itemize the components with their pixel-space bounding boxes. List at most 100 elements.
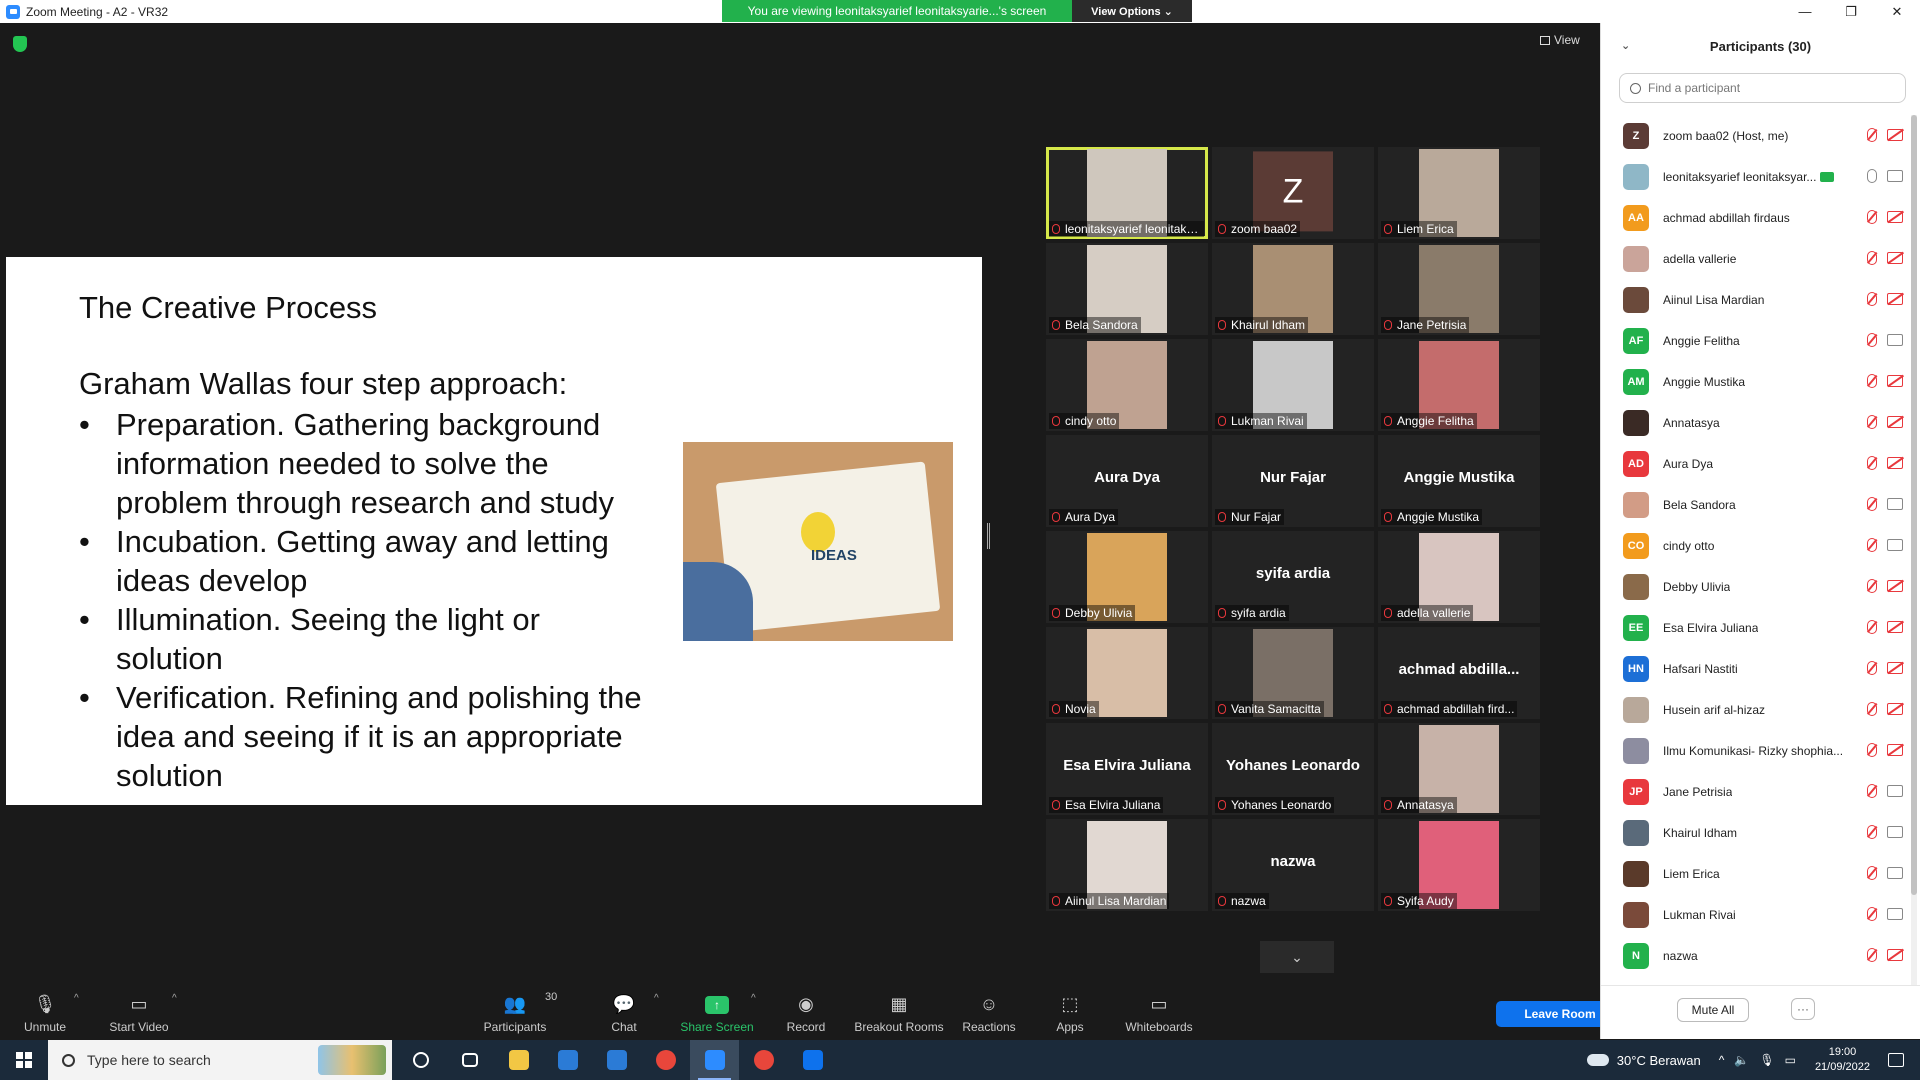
- participant-row[interactable]: Debby Ulivia: [1601, 566, 1907, 607]
- start-video-button[interactable]: ▭ Start Video: [108, 979, 170, 1039]
- taskbar-app-task-view[interactable]: [445, 1040, 494, 1080]
- taskbar-search-box[interactable]: Type here to search: [48, 1040, 392, 1080]
- close-button[interactable]: ✕: [1874, 0, 1920, 23]
- share-options-caret[interactable]: ^: [751, 993, 756, 1004]
- scrollbar-thumb[interactable]: [1911, 115, 1917, 895]
- participant-row[interactable]: Aiinul Lisa Mardian: [1601, 279, 1907, 320]
- taskbar-app-file-explorer[interactable]: [494, 1040, 543, 1080]
- collapse-chevron-icon[interactable]: ⌄: [1621, 39, 1630, 52]
- participant-row[interactable]: AD Aura Dya: [1601, 443, 1907, 484]
- taskbar-app-mail[interactable]: [592, 1040, 641, 1080]
- video-tile[interactable]: Debby Ulivia: [1046, 531, 1208, 623]
- video-tile[interactable]: Jane Petrisia: [1378, 243, 1540, 335]
- video-tile[interactable]: Bela Sandora: [1046, 243, 1208, 335]
- video-tile[interactable]: Syifa Audy: [1378, 819, 1540, 911]
- participant-row[interactable]: AM Anggie Mustika: [1601, 361, 1907, 402]
- video-tile[interactable]: Vanita Samacitta: [1212, 627, 1374, 719]
- participant-list-scrollbar[interactable]: [1911, 115, 1917, 985]
- taskbar-app-teamviewer[interactable]: [788, 1040, 837, 1080]
- taskbar-app-chrome[interactable]: [641, 1040, 690, 1080]
- video-tile[interactable]: Annatasya: [1378, 723, 1540, 815]
- split-divider-handle[interactable]: [987, 523, 990, 549]
- tile-name: Lukman Rivai: [1231, 414, 1304, 428]
- participant-row[interactable]: Nnazwa: [1601, 935, 1907, 976]
- chat-options-caret[interactable]: ^: [654, 993, 659, 1004]
- notification-icon[interactable]: [1888, 1053, 1904, 1067]
- tile-name: Yohanes Leonardo: [1231, 798, 1332, 812]
- network-icon[interactable]: ▭: [1785, 1053, 1796, 1067]
- more-options-button[interactable]: ···: [1791, 998, 1815, 1020]
- participant-row[interactable]: AF Anggie Felitha: [1601, 320, 1907, 361]
- taskbar-app-store[interactable]: [543, 1040, 592, 1080]
- participant-row[interactable]: Zzoom baa02 (Host, me): [1601, 115, 1907, 156]
- participant-row[interactable]: Khairul Idham: [1601, 812, 1907, 853]
- participant-row[interactable]: Lukman Rivai: [1601, 894, 1907, 935]
- video-tile[interactable]: Novia: [1046, 627, 1208, 719]
- video-tile[interactable]: Anggie Mustika Anggie Mustika: [1378, 435, 1540, 527]
- participant-row[interactable]: Bela Sandora: [1601, 484, 1907, 525]
- weather-text[interactable]: 30°C Berawan: [1617, 1053, 1701, 1068]
- video-tile[interactable]: leonitaksyarief leonitaksy...: [1046, 147, 1208, 239]
- video-options-caret[interactable]: ^: [172, 993, 177, 1004]
- gallery-next-page-button[interactable]: ⌄: [1260, 941, 1334, 973]
- video-tile[interactable]: adella vallerie: [1378, 531, 1540, 623]
- participant-row[interactable]: JP Jane Petrisia: [1601, 771, 1907, 812]
- breakout-rooms-button[interactable]: ▦ Breakout Rooms: [854, 979, 943, 1039]
- video-tile[interactable]: Lukman Rivai: [1212, 339, 1374, 431]
- reactions-button[interactable]: ☺ Reactions: [962, 979, 1015, 1039]
- participant-row[interactable]: CO cindy otto: [1601, 525, 1907, 566]
- speaker-icon[interactable]: 🔈: [1734, 1053, 1749, 1067]
- video-tile[interactable]: syifa ardia syifa ardia: [1212, 531, 1374, 623]
- video-tile[interactable]: Aiinul Lisa Mardian: [1046, 819, 1208, 911]
- video-tile[interactable]: Esa Elvira Juliana Esa Elvira Juliana: [1046, 723, 1208, 815]
- unmute-button[interactable]: 🎙 Unmute: [22, 979, 68, 1039]
- apps-button[interactable]: ⬚ Apps: [1056, 979, 1084, 1039]
- video-tile[interactable]: Anggie Felitha: [1378, 339, 1540, 431]
- video-tile[interactable]: Nur Fajar Nur Fajar: [1212, 435, 1374, 527]
- start-button[interactable]: [0, 1040, 48, 1080]
- share-screen-button[interactable]: ↑ Share Screen: [680, 979, 754, 1039]
- tray-overflow-icon[interactable]: ^: [1719, 1053, 1725, 1067]
- avatar: EE: [1623, 614, 1649, 641]
- maximize-button[interactable]: ❐: [1828, 0, 1874, 23]
- video-tile[interactable]: achmad abdilla... achmad abdillah fird...: [1378, 627, 1540, 719]
- participants-button[interactable]: 👥 Participants 30: [483, 979, 558, 1039]
- video-tile[interactable]: cindy otto: [1046, 339, 1208, 431]
- participant-row[interactable]: Ilmu Komunikasi- Rizky shophia...: [1601, 730, 1907, 771]
- participant-status-icons: [1867, 456, 1903, 470]
- taskbar-app-chrome-2[interactable]: [739, 1040, 788, 1080]
- participant-name: Hafsari Nastiti: [1663, 661, 1738, 676]
- video-tile[interactable]: Zzoom baa02: [1212, 147, 1374, 239]
- participant-row[interactable]: HN Hafsari Nastiti: [1601, 648, 1907, 689]
- participant-search-input[interactable]: Find a participant: [1619, 73, 1906, 103]
- view-options-button[interactable]: View Options ⌄: [1072, 0, 1192, 22]
- video-tile[interactable]: Liem Erica: [1378, 147, 1540, 239]
- record-button[interactable]: ◉ Record: [786, 979, 826, 1039]
- video-tile[interactable]: Yohanes Leonardo Yohanes Leonardo: [1212, 723, 1374, 815]
- participant-row[interactable]: leonitaksyarief leonitaksyar...: [1601, 156, 1907, 197]
- muted-mic-icon: [1218, 224, 1226, 234]
- video-tile[interactable]: nazwa nazwa: [1212, 819, 1374, 911]
- minimize-button[interactable]: —: [1782, 0, 1828, 23]
- taskbar-app-zoom[interactable]: [690, 1040, 739, 1080]
- microphone-icon[interactable]: 🎙: [1759, 1053, 1774, 1067]
- view-button[interactable]: View: [1540, 33, 1580, 47]
- participant-row[interactable]: EE Esa Elvira Juliana: [1601, 607, 1907, 648]
- participant-row[interactable]: AA achmad abdillah firdaus: [1601, 197, 1907, 238]
- chat-button[interactable]: 💬 Chat: [611, 979, 637, 1039]
- mute-all-button[interactable]: Mute All: [1677, 998, 1749, 1022]
- audio-options-caret[interactable]: ^: [74, 993, 79, 1004]
- participant-row[interactable]: adella vallerie: [1601, 238, 1907, 279]
- participant-row[interactable]: Annatasya: [1601, 402, 1907, 443]
- taskbar-app-cortana[interactable]: [396, 1040, 445, 1080]
- video-tile[interactable]: Aura Dya Aura Dya: [1046, 435, 1208, 527]
- ideas-word: IDEAS: [811, 547, 857, 564]
- whiteboards-button[interactable]: ▭ Whiteboards: [1125, 979, 1193, 1039]
- participant-row[interactable]: Husein arif al-hizaz: [1601, 689, 1907, 730]
- screen-share-icon: [1820, 171, 1835, 182]
- video-tile[interactable]: Khairul Idham: [1212, 243, 1374, 335]
- clock[interactable]: 19:00 21/09/2022: [1815, 1045, 1870, 1075]
- avatar: AM: [1623, 368, 1649, 395]
- participant-row[interactable]: Liem Erica: [1601, 853, 1907, 894]
- encryption-shield-icon[interactable]: [13, 36, 27, 52]
